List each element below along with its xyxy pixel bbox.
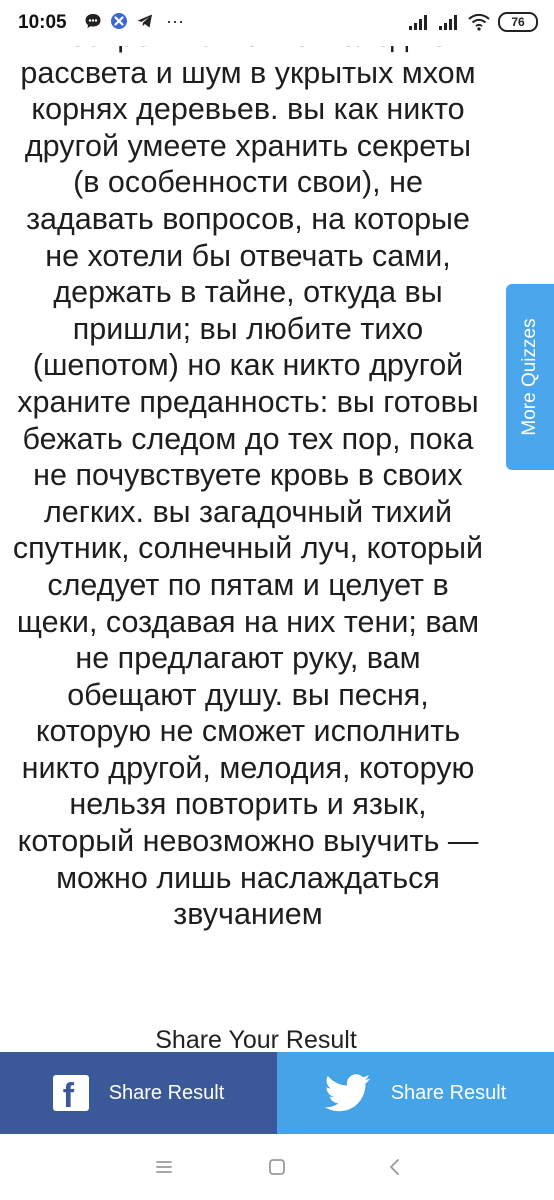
signal-icon bbox=[439, 15, 457, 30]
battery-icon: 76 bbox=[498, 12, 538, 32]
home-icon[interactable] bbox=[266, 1156, 288, 1178]
app-x-icon bbox=[111, 13, 127, 29]
signal-icon bbox=[409, 15, 427, 30]
navigation-bar bbox=[0, 1134, 554, 1200]
battery-level: 76 bbox=[511, 15, 525, 29]
telegram-icon bbox=[137, 14, 152, 28]
back-icon[interactable] bbox=[384, 1156, 406, 1178]
more-quizzes-tab[interactable]: More Quizzes bbox=[506, 284, 554, 470]
twitter-icon bbox=[324, 1074, 370, 1112]
status-notification-icons: ··· bbox=[84, 12, 184, 30]
share-twitter-button[interactable]: Share Result bbox=[277, 1052, 554, 1134]
status-bar: 10:05 ··· 76 bbox=[0, 0, 554, 46]
article-content: Беспрепятственно молодые рассвета и шум … bbox=[0, 18, 554, 978]
status-system-icons: 76 bbox=[408, 12, 538, 32]
more-quizzes-label: More Quizzes bbox=[519, 318, 540, 436]
share-facebook-button[interactable]: f Share Result bbox=[0, 1052, 277, 1134]
share-twitter-label: Share Result bbox=[390, 1081, 507, 1104]
more-dots-icon: ··· bbox=[166, 11, 184, 31]
facebook-glyph: f bbox=[62, 1077, 75, 1115]
facebook-icon: f bbox=[52, 1075, 89, 1115]
result-description: Беспрепятственно молодые рассвета и шум … bbox=[12, 19, 484, 932]
wifi-icon bbox=[468, 13, 490, 31]
status-time: 10:05 bbox=[18, 12, 67, 33]
share-facebook-label: Share Result bbox=[108, 1081, 225, 1104]
share-heading: Share Your Result bbox=[155, 1026, 357, 1054]
chat-bubble-icon bbox=[85, 14, 101, 28]
share-bar: f Share Result Share Result bbox=[0, 1052, 554, 1134]
menu-icon[interactable] bbox=[153, 1156, 175, 1178]
